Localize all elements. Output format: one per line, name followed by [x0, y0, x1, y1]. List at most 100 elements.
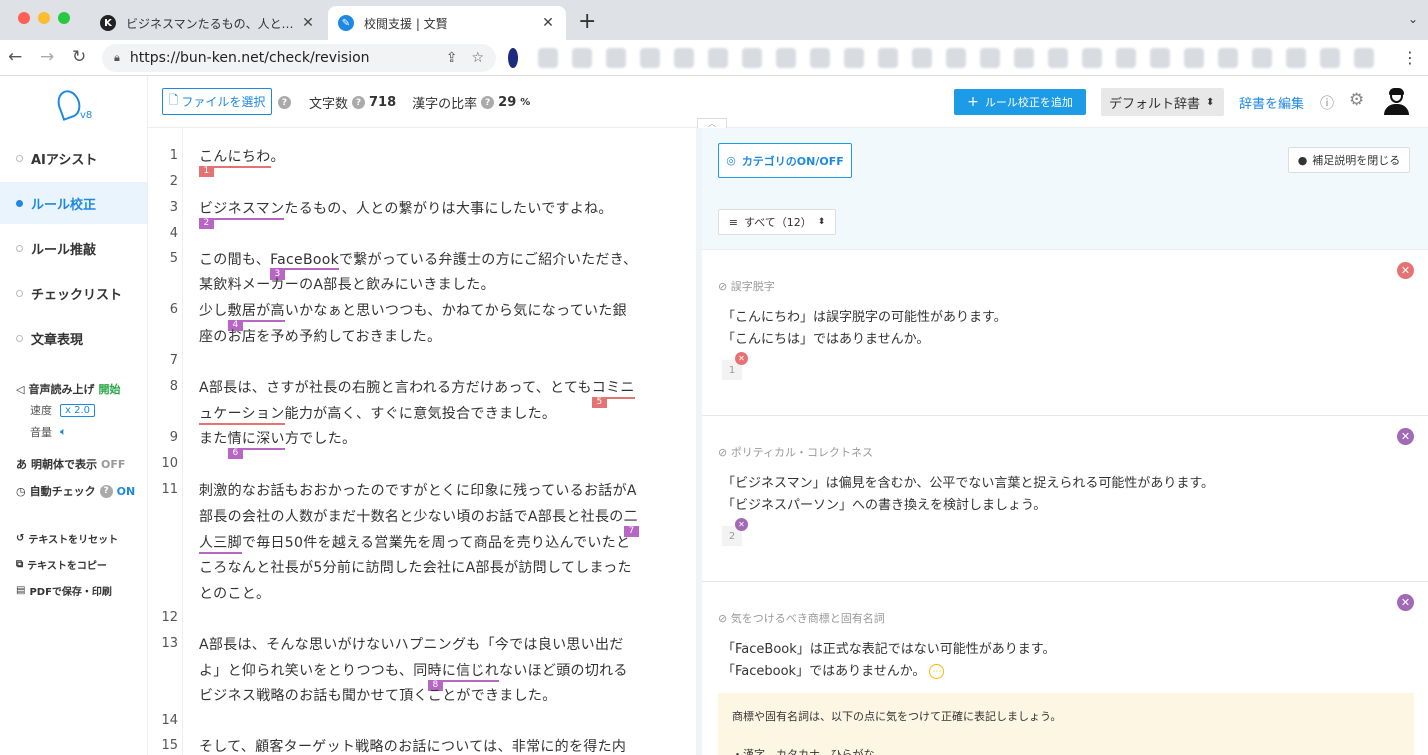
window-close-button[interactable] [18, 12, 30, 24]
sidebar-item-rule-refine[interactable]: ルール推敲 [0, 227, 147, 269]
user-avatar[interactable] [1382, 87, 1410, 115]
remove-chip-icon[interactable]: ✕ [735, 352, 748, 365]
volume-icon[interactable]: 🔈︎ [60, 425, 67, 439]
mincho-toggle[interactable]: あ 明朝体で表示 OFF [16, 456, 125, 472]
issue-marker-badge[interactable]: 5 [592, 397, 607, 408]
editor-line[interactable]: とのこと。 [199, 583, 270, 603]
speed-select[interactable]: x 2.0 [60, 403, 95, 417]
editor-line[interactable]: ころなんと社長が5分前に訪問した会社にA部長が訪問してしまった [199, 557, 632, 577]
editor-line[interactable]: ビジネス戦略のお話も聞かせて頂くことができました。 [199, 685, 557, 705]
reload-icon[interactable]: ↻ [72, 47, 86, 67]
edit-dictionary-link[interactable]: 辞書を編集 [1239, 93, 1304, 112]
autocheck-toggle[interactable]: ◷ 自動チェック ? ON [16, 483, 135, 499]
extension-icon[interactable] [1048, 48, 1068, 68]
extension-icon[interactable] [1320, 48, 1340, 68]
editor-line[interactable]: この間も、FaceBook 3 で繋がっている弁護士の方にご紹介いただき、 [199, 249, 637, 280]
extension-icon[interactable] [1116, 48, 1136, 68]
editor-line[interactable]: 座のお店を予め予約しておきました。 [199, 326, 441, 346]
issue-marker-badge[interactable]: 1 [199, 166, 214, 177]
forward-arrow-icon[interactable]: → [40, 47, 54, 67]
filter-select[interactable]: ≡ すべて（12） ⬍ [718, 209, 836, 235]
flagged-text[interactable]: 人三脚 [199, 532, 242, 554]
browser-menu-icon[interactable]: ⋮ [1402, 48, 1418, 67]
help-circle-icon[interactable]: ⓘ [1320, 93, 1334, 113]
extension-icon[interactable] [606, 48, 626, 68]
new-tab-icon[interactable]: + [578, 9, 596, 34]
dictionary-select[interactable]: デフォルト辞書 ⬍ [1101, 88, 1224, 116]
collapse-header-chevron-icon[interactable]: ︿ [697, 118, 727, 128]
editor-line[interactable]: 部長の会社の人数がまだ十数名と少ない頃のお話でA部長と社長の二 7 [199, 506, 639, 537]
extension-icon[interactable] [844, 48, 864, 68]
category-toggle-button[interactable]: ◎ カテゴリのON/OFF [718, 143, 852, 178]
tab-search-chevron-icon[interactable]: ⌄ [1408, 12, 1418, 26]
address-bar[interactable]: 🔒︎ https://bun-ken.net/check/revision ⇪ … [102, 44, 496, 72]
help-icon[interactable]: ? [278, 96, 291, 109]
reset-text-button[interactable]: ↺ テキストをリセット [16, 531, 118, 546]
bookmark-star-icon[interactable]: ☆ [471, 50, 484, 66]
editor-line[interactable]: こんにちわ 1 。 [199, 146, 285, 177]
extension-icon[interactable] [742, 48, 762, 68]
extension-icon[interactable] [538, 48, 558, 68]
extension-icon[interactable] [1184, 48, 1204, 68]
tab-close-icon[interactable]: ✕ [300, 15, 316, 31]
select-file-button[interactable]: 🗋︎ ファイルを選択 [162, 88, 272, 115]
flagged-text[interactable]: ュケーション [199, 403, 285, 425]
extension-icon[interactable] [980, 48, 1000, 68]
extension-icon[interactable] [674, 48, 694, 68]
remove-chip-icon[interactable]: ✕ [735, 518, 748, 531]
extension-icon[interactable] [912, 48, 932, 68]
help-icon[interactable]: ? [99, 484, 113, 498]
extension-icon[interactable] [776, 48, 796, 68]
flagged-text[interactable]: 時に信じれ [427, 660, 500, 682]
pdf-print-button[interactable]: ▤ PDFで保存・印刷 [16, 583, 112, 598]
flagged-text[interactable]: ビジネスマン [199, 198, 285, 220]
dismiss-issue-icon[interactable]: ✕ [1397, 262, 1414, 279]
flagged-text[interactable]: こんにちわ [199, 146, 271, 168]
editor-line[interactable]: A部長は、さすが社長の右腕と言われる方だけあって、とてもコミニ 5 [199, 377, 635, 408]
flagged-text[interactable]: 二 [623, 506, 638, 528]
extension-icon[interactable] [1082, 48, 1102, 68]
extension-icon[interactable] [572, 48, 592, 68]
extension-icon[interactable] [640, 48, 660, 68]
extension-icon[interactable] [1014, 48, 1034, 68]
extension-icon[interactable] [708, 48, 728, 68]
add-rule-button[interactable]: + ルール校正を追加 [954, 89, 1086, 115]
window-zoom-button[interactable] [58, 12, 70, 24]
editor-line[interactable]: そして、顧客ターゲット戦略のお話については、非常に的を得た内 [199, 736, 626, 755]
editor-line[interactable]: A部長は、そんな思いがけないハプニングも「今では良い思い出だ [199, 634, 624, 654]
sidebar-item-expression[interactable]: 文章表現 [0, 317, 147, 359]
extension-icon[interactable] [1150, 48, 1170, 68]
help-icon[interactable]: ? [352, 96, 366, 109]
editor-line[interactable]: 人三脚で毎日50件を越える営業先を周って商品を売り込んでいたと [199, 532, 630, 554]
flagged-text[interactable]: FaceBook [270, 252, 339, 270]
browser-tab-bunken[interactable]: ✎ 校閲支援 | 文賢 ✕ [328, 6, 566, 40]
tab-close-icon[interactable]: ✕ [540, 15, 556, 31]
sidebar-item-rule-revision[interactable]: ルール校正 [0, 182, 147, 224]
editor-line[interactable]: ュケーション能力が高く、すぐに意気投合できました。 [199, 403, 556, 425]
tts-start-button[interactable]: 開始 [98, 381, 120, 397]
flagged-text[interactable]: コミニ [591, 377, 635, 399]
extension-icon[interactable] [508, 48, 518, 68]
extension-icon[interactable] [810, 48, 830, 68]
editor-line[interactable]: 刺激的なお話もおおかったのですがとくに印象に残っているお話がA [199, 480, 637, 500]
copy-text-button[interactable]: ⧉ テキストをコピー [16, 557, 107, 572]
extension-icon[interactable] [946, 48, 966, 68]
gear-icon[interactable]: ⚙ [1349, 90, 1364, 110]
editor-line[interactable]: また情に深い 6 方でした。 [199, 428, 356, 459]
back-arrow-icon[interactable]: ← [8, 47, 22, 67]
extension-icon[interactable] [1218, 48, 1238, 68]
editor-line[interactable]: よ」と仰られ笑いをとりつつも、同時に信じれ 8 ないほど頭の切れる [199, 660, 628, 691]
flagged-text[interactable]: 情に深い [227, 428, 285, 450]
editor-line[interactable]: 某飲料メーカーのA部長と飲みにいきました。 [199, 274, 495, 294]
extension-icon[interactable] [1252, 48, 1272, 68]
close-explanation-button[interactable]: ● 補足説明を閉じる [1288, 147, 1410, 173]
explanation-bubble-icon[interactable]: ⋯ [929, 664, 945, 679]
issue-marker-badge[interactable]: 6 [228, 448, 243, 459]
help-icon[interactable]: ? [481, 96, 495, 109]
bunken-logo[interactable]: v8 [53, 86, 94, 126]
editor-line[interactable]: ビジネスマン 2 たるもの、人との繋がりは大事にしたいですよね。 [199, 198, 613, 229]
dismiss-issue-icon[interactable]: ✕ [1397, 594, 1414, 611]
dismiss-issue-icon[interactable]: ✕ [1397, 428, 1414, 445]
browser-tab-article[interactable]: K ビジネスマンたるもの、人との繋がり ✕ [90, 6, 326, 40]
window-minimize-button[interactable] [38, 12, 50, 24]
